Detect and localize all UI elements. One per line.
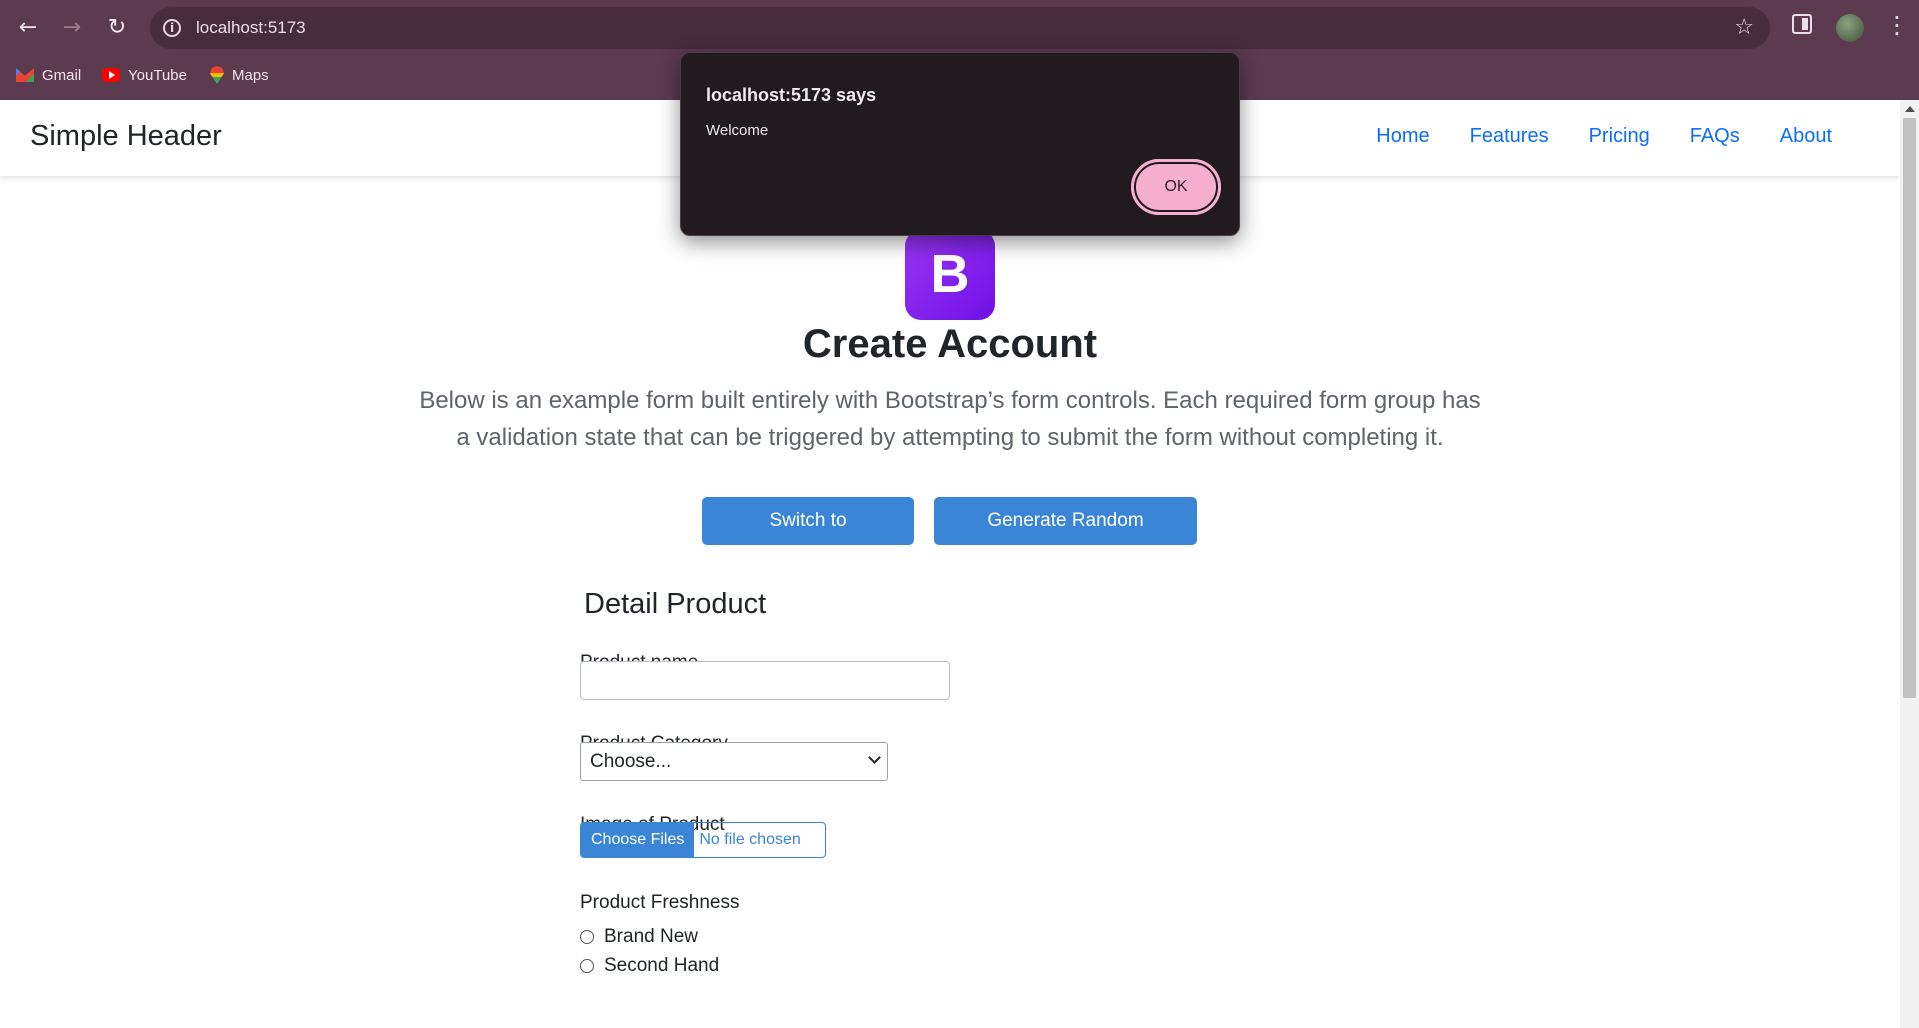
- product-freshness-label: Product Freshness: [580, 892, 740, 913]
- alert-dialog: localhost:5173 says Welcome OK: [680, 52, 1240, 236]
- main-nav: Home Features Pricing FAQs About: [1356, 125, 1852, 148]
- bookmark-label: Gmail: [42, 66, 82, 84]
- page-scrollbar[interactable]: [1900, 100, 1919, 1028]
- section-title: Detail Product: [584, 588, 767, 620]
- file-status: No file chosen: [699, 831, 801, 848]
- page-description: Below is an example form built entirely …: [419, 387, 1481, 451]
- bookmark-label: YouTube: [128, 66, 187, 84]
- maps-icon: [210, 66, 224, 84]
- browser-toolbar: ← → ↻ i localhost:5173 ☆ ⋮: [0, 0, 1919, 56]
- nav-home[interactable]: Home: [1356, 125, 1449, 148]
- back-icon[interactable]: ←: [12, 12, 44, 44]
- switch-language-button[interactable]: Switch to Indonesian: [702, 497, 914, 579]
- nav-about[interactable]: About: [1760, 125, 1852, 148]
- chevron-down-icon: [868, 751, 881, 764]
- browser-menu-icon[interactable]: ⋮: [1885, 10, 1909, 40]
- select-value: Choose...: [590, 751, 672, 772]
- radio-label: Brand New: [604, 926, 698, 947]
- brand-title[interactable]: Simple Header: [30, 120, 222, 153]
- dialog-title: localhost:5173 says: [706, 85, 877, 105]
- product-category-select[interactable]: Choose...: [580, 742, 888, 781]
- url-text[interactable]: localhost:5173: [196, 18, 306, 38]
- radio-brand-new[interactable]: Brand New: [580, 926, 698, 948]
- page-viewport: Simple Header Home Features Pricing FAQs…: [0, 100, 1900, 1028]
- scrollbar-thumb[interactable]: [1903, 118, 1916, 698]
- profile-avatar[interactable]: [1836, 14, 1864, 42]
- nav-features[interactable]: Features: [1450, 125, 1569, 148]
- generate-random-number-button[interactable]: Generate Random Number: [934, 497, 1197, 579]
- product-image-file-input[interactable]: Choose Files No file chosen: [580, 822, 826, 858]
- reload-icon[interactable]: ↻: [101, 12, 133, 44]
- scroll-up-icon[interactable]: [1905, 106, 1915, 112]
- bookmark-maps[interactable]: Maps: [210, 64, 269, 86]
- gmail-icon: [16, 68, 34, 82]
- dialog-message: Welcome: [706, 122, 769, 139]
- bootstrap-logo-icon: B: [905, 230, 995, 320]
- bookmark-gmail[interactable]: Gmail: [16, 64, 81, 86]
- side-panel-icon[interactable]: [1792, 14, 1812, 34]
- nav-pricing[interactable]: Pricing: [1569, 125, 1670, 148]
- youtube-icon: [102, 68, 120, 82]
- radio-button[interactable]: [580, 930, 594, 944]
- ok-button[interactable]: OK: [1131, 159, 1221, 215]
- site-info-icon[interactable]: i: [163, 19, 181, 37]
- bookmark-label: Maps: [232, 66, 269, 84]
- bookmark-youtube[interactable]: YouTube: [102, 64, 187, 86]
- choose-files-button[interactable]: Choose Files: [581, 823, 695, 857]
- address-bar[interactable]: i localhost:5173 ☆: [150, 7, 1770, 49]
- page-title: Create Account: [802, 322, 1098, 366]
- radio-button[interactable]: [580, 959, 594, 973]
- bookmark-star-icon[interactable]: ☆: [1734, 15, 1754, 40]
- radio-label: Second Hand: [604, 955, 720, 976]
- nav-faqs[interactable]: FAQs: [1670, 125, 1760, 148]
- product-name-input[interactable]: [580, 661, 950, 700]
- forward-icon[interactable]: →: [56, 12, 88, 44]
- radio-second-hand[interactable]: Second Hand: [580, 955, 719, 977]
